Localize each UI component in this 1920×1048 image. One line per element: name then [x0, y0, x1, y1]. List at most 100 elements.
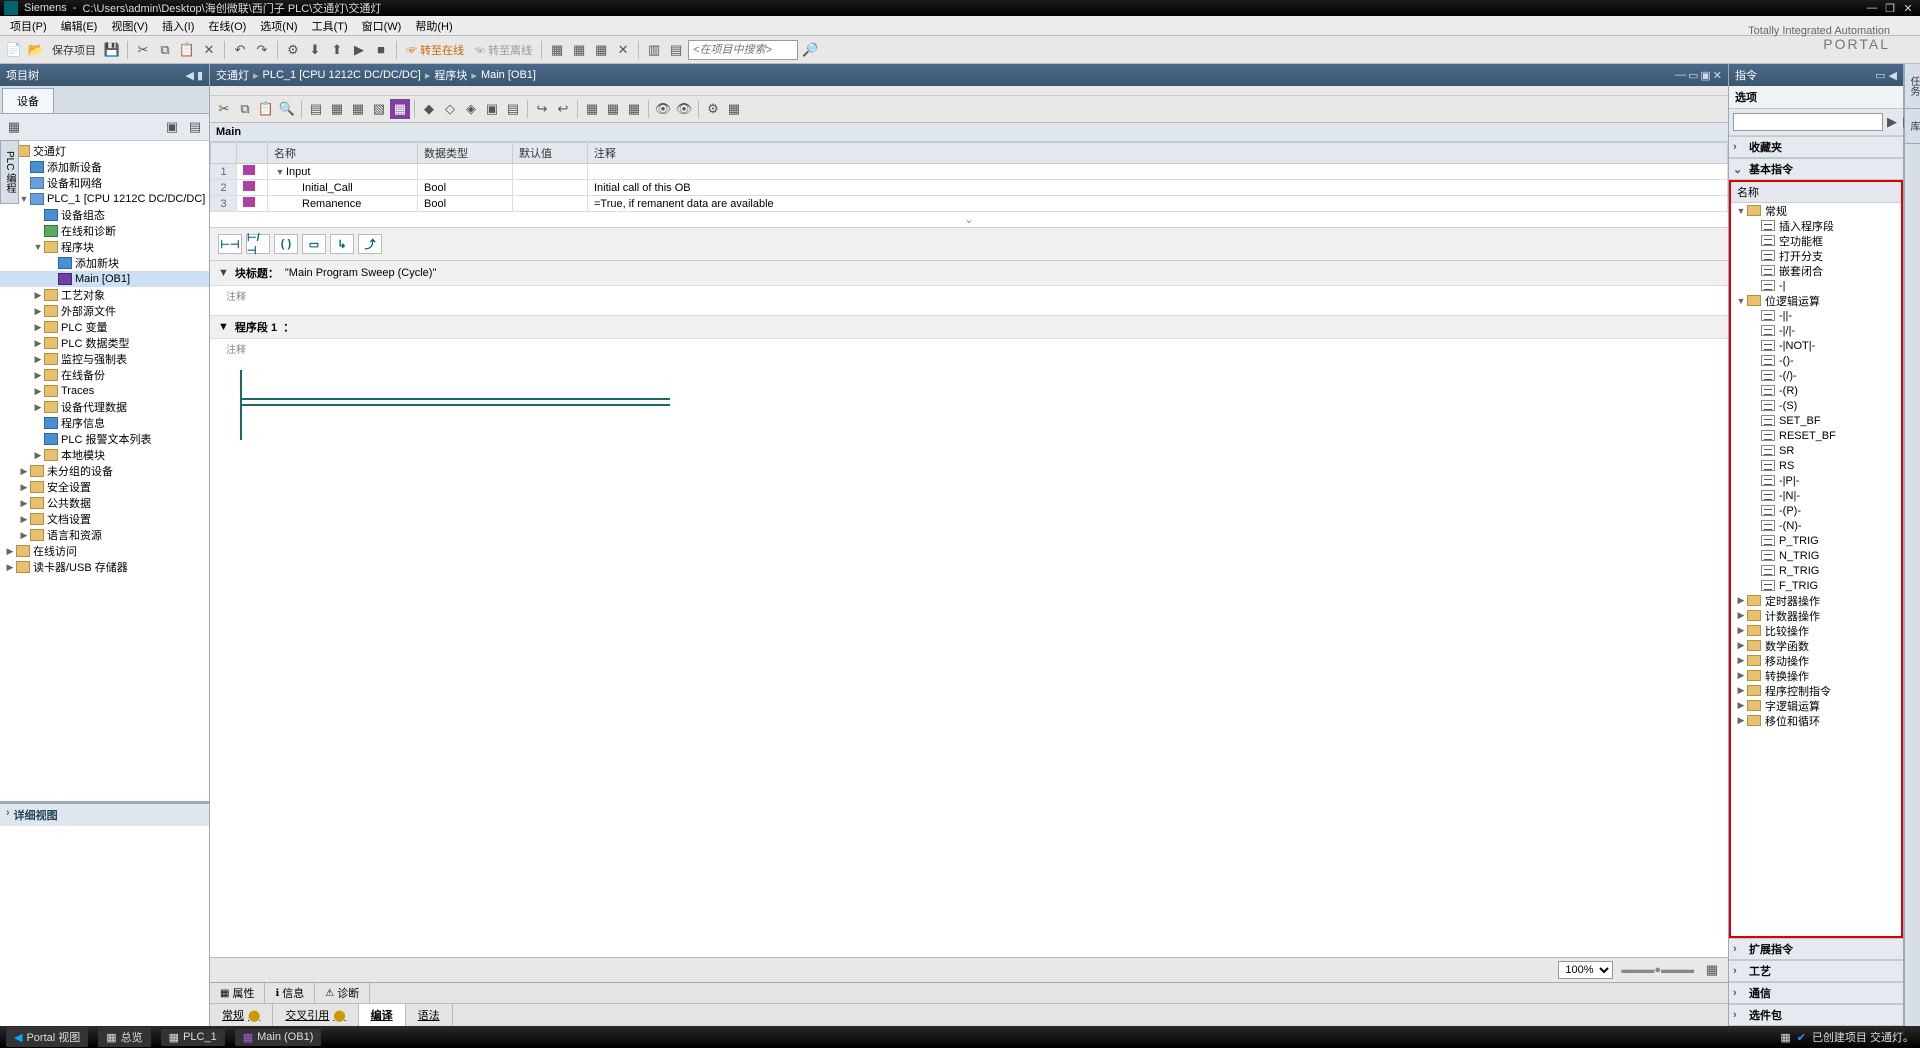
breadcrumb-item[interactable]: Main [OB1]	[481, 69, 536, 81]
start-icon[interactable]: ▶	[349, 40, 369, 60]
compile-icon[interactable]: ⚙	[283, 40, 303, 60]
instruction-item[interactable]: -(R)	[1731, 383, 1901, 398]
contact-nc-icon[interactable]: ⊢/⊣	[246, 234, 270, 254]
instruction-item[interactable]: ▶比较操作	[1731, 623, 1901, 638]
editor-bottom-tab[interactable]: 语法	[406, 1004, 453, 1026]
watch2-icon[interactable]: 👁	[674, 99, 694, 119]
editor-bottom-tab[interactable]: 常规 ⬤	[210, 1004, 273, 1026]
misc3-icon[interactable]: ▦	[591, 40, 611, 60]
tree-item[interactable]: Main [OB1]	[0, 271, 209, 287]
cut-icon[interactable]: ✂	[133, 40, 153, 60]
close-editor-icon[interactable]: ✕	[1713, 69, 1722, 82]
save-icon[interactable]: 💾	[102, 40, 122, 60]
instruction-item[interactable]: ▶字逻辑运算	[1731, 698, 1901, 713]
branch-icon[interactable]: ↳	[330, 234, 354, 254]
instruction-item[interactable]: -()-	[1731, 353, 1901, 368]
detail-view-title[interactable]: 详细视图	[14, 807, 58, 823]
instruction-item[interactable]: -|P|-	[1731, 473, 1901, 488]
stop-icon[interactable]: ■	[371, 40, 391, 60]
misc2-icon[interactable]: ▦	[569, 40, 589, 60]
menu-item[interactable]: 项目(P)	[4, 16, 53, 36]
view-icon[interactable]: ▣	[482, 99, 502, 119]
instruction-item[interactable]: R_TRIG	[1731, 563, 1901, 578]
search-input[interactable]	[688, 40, 798, 60]
inst-min-icon[interactable]: ▭	[1875, 69, 1885, 82]
favorites-header[interactable]: 收藏夹	[1749, 139, 1782, 155]
tree-item[interactable]: 程序信息	[0, 415, 209, 431]
expand-all-icon[interactable]: ▤	[185, 117, 205, 137]
breadcrumb-item[interactable]: 交通灯	[216, 67, 249, 83]
devices-tab[interactable]: 设备	[2, 88, 54, 113]
property-tab[interactable]: ⚠诊断	[315, 983, 370, 1003]
go2-icon[interactable]: ↩	[553, 99, 573, 119]
instruction-item[interactable]: ▶定时器操作	[1731, 593, 1901, 608]
net-collapse-icon[interactable]: ▼	[218, 321, 229, 333]
task-plc1[interactable]: ▦PLC_1	[161, 1029, 225, 1046]
interface-table[interactable]: 名称 数据类型 默认值 注释 1▼Input2Initial_CallBoolI…	[210, 142, 1728, 212]
watch-icon[interactable]: 👁	[653, 99, 673, 119]
tree-item[interactable]: ▶设备代理数据	[0, 399, 209, 415]
tag-icon[interactable]: ◆	[419, 99, 439, 119]
insert-network-icon[interactable]: ▤	[306, 99, 326, 119]
close-branch-icon[interactable]: ⤴	[358, 234, 382, 254]
redo-icon[interactable]: ↷	[252, 40, 272, 60]
tree-item[interactable]: ▶在线访问	[0, 543, 209, 559]
instruction-item[interactable]: -(S)	[1731, 398, 1901, 413]
ed-find-icon[interactable]: 🔍	[277, 99, 297, 119]
breadcrumb-item[interactable]: PLC_1 [CPU 1212C DC/DC/DC]	[263, 69, 421, 81]
contact-no-icon[interactable]: ⊢⊣	[218, 234, 242, 254]
tree-item[interactable]: ▶本地模块	[0, 447, 209, 463]
tree-item[interactable]: ▶PLC 变量	[0, 319, 209, 335]
accordion-header[interactable]: ›选件包	[1729, 1004, 1903, 1026]
instruction-item[interactable]: ▼常规	[1731, 203, 1901, 218]
tree-item[interactable]: ▶读卡器/USB 存储器	[0, 559, 209, 575]
instruction-tree[interactable]: ▼常规插入程序段空功能框打开分支嵌套闭合-|▼位逻辑运算-||--|/|--|N…	[1731, 203, 1901, 728]
open-project-icon[interactable]: 📂	[26, 40, 46, 60]
instruction-item[interactable]: 嵌套闭合	[1731, 263, 1901, 278]
menu-item[interactable]: 工具(T)	[306, 16, 354, 36]
ed-icon2[interactable]: ▦	[348, 99, 368, 119]
instruction-item[interactable]: -|NOT|-	[1731, 338, 1901, 353]
save-project-button[interactable]: 保存项目	[48, 42, 100, 58]
new-project-icon[interactable]: 📄	[4, 40, 24, 60]
instruction-item[interactable]: 打开分支	[1731, 248, 1901, 263]
zoom-select[interactable]: 100%	[1558, 961, 1613, 979]
split2-icon[interactable]: ▤	[666, 40, 686, 60]
pin-icon[interactable]: ▮	[197, 69, 203, 82]
portal-view-button[interactable]: ◀Portal 视图	[6, 1027, 88, 1047]
instruction-item[interactable]: -(N)-	[1731, 518, 1901, 533]
tree-item[interactable]: ▶语言和资源	[0, 527, 209, 543]
maximize-icon[interactable]: ❐	[1882, 2, 1898, 15]
instruction-item[interactable]: -(P)-	[1731, 503, 1901, 518]
instruction-search-input[interactable]	[1733, 113, 1883, 131]
menu-item[interactable]: 插入(I)	[156, 16, 200, 36]
ed-cut-icon[interactable]: ✂	[214, 99, 234, 119]
instruction-item[interactable]: N_TRIG	[1731, 548, 1901, 563]
float-editor-icon[interactable]: ▭	[1688, 69, 1698, 82]
grid-icon[interactable]: ▦	[1702, 960, 1722, 980]
instruction-item[interactable]: SR	[1731, 443, 1901, 458]
split-icon[interactable]: ▥	[644, 40, 664, 60]
table-row[interactable]: 1▼Input	[211, 164, 1728, 180]
tree-item[interactable]: ▶公共数据	[0, 495, 209, 511]
instruction-item[interactable]: ▶计数器操作	[1731, 608, 1901, 623]
tag2-icon[interactable]: ◇	[440, 99, 460, 119]
mon2-icon[interactable]: ▦	[603, 99, 623, 119]
menu-item[interactable]: 窗口(W)	[356, 16, 408, 36]
inst-pin-icon[interactable]: ◀	[1889, 69, 1897, 82]
close-icon[interactable]: ✕	[1900, 2, 1916, 15]
paste-icon[interactable]: 📋	[177, 40, 197, 60]
tree-item[interactable]: 设备组态	[0, 207, 209, 223]
tree-item[interactable]: ▼PLC_1 [CPU 1212C DC/DC/DC]	[0, 191, 209, 207]
undo-icon[interactable]: ↶	[230, 40, 250, 60]
tree-item[interactable]: ▼程序块	[0, 239, 209, 255]
close-tab-icon[interactable]: ✕	[613, 40, 633, 60]
search-go-icon[interactable]: 🔎	[800, 40, 820, 60]
ed-icon[interactable]: ▦	[327, 99, 347, 119]
block-comment[interactable]: 注释	[210, 286, 1728, 305]
task-main[interactable]: ▦Main (OB1)	[235, 1029, 322, 1046]
accordion-header[interactable]: ›工艺	[1729, 960, 1903, 982]
instruction-item[interactable]: 插入程序段	[1731, 218, 1901, 233]
collapse-icon[interactable]: ▼	[218, 267, 229, 279]
mon-icon[interactable]: ▦	[582, 99, 602, 119]
